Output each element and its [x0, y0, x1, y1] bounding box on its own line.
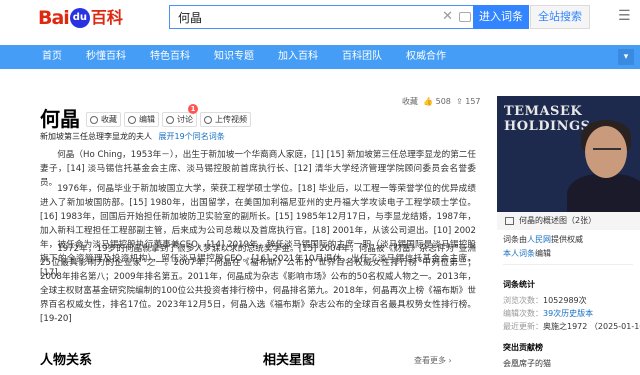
discuss-button[interactable]: 讨论: [162, 112, 197, 127]
entry-stats: 收藏 👍 508 ⇪ 157: [402, 97, 481, 107]
authority-note: 词条由人民网提供权威: [503, 234, 583, 245]
updated-label: 最近更新：: [503, 322, 543, 331]
authority-link[interactable]: 人民网: [527, 235, 551, 244]
entry-photo[interactable]: TEMASEK HOLDINGS: [497, 96, 640, 212]
photo-line-1: TEMASEK: [504, 104, 583, 119]
nav-team[interactable]: 百科团队: [330, 45, 394, 69]
search-box: ✕: [169, 5, 475, 29]
updated-value: 奥施之1972 （2025-01-16）: [543, 322, 640, 331]
nav-topics[interactable]: 知识专题: [202, 45, 266, 69]
edit-button[interactable]: 编辑: [124, 112, 159, 127]
nav-miaodong[interactable]: 秒懂百科: [74, 45, 138, 69]
edit-icon: [128, 116, 136, 124]
discuss-label: 讨论: [177, 115, 193, 124]
album-link[interactable]: 何晶的概述图（2张）: [497, 212, 640, 230]
photo-brand-text: TEMASEK HOLDINGS: [504, 104, 590, 134]
top-header: Bai du 百科 ✕ 进入词条 全站搜索 ☰: [0, 0, 640, 45]
search-input[interactable]: [170, 6, 440, 28]
authority-prefix: 词条由: [503, 235, 527, 244]
contrib-name[interactable]: 会凰席子的猫: [503, 358, 551, 369]
clear-icon[interactable]: ✕: [442, 9, 453, 25]
entry-title: 何晶: [40, 107, 80, 131]
collect-label: 收藏: [101, 115, 117, 124]
views-value: 1052989次: [543, 296, 587, 305]
collect-button[interactable]: 收藏: [86, 112, 121, 127]
photo-glasses: [593, 148, 621, 154]
synonyms-link[interactable]: 展开19个同名词条: [159, 132, 225, 141]
edits-label: 编辑次数：: [503, 309, 543, 318]
album-icon: [505, 217, 514, 225]
collect-icon: [90, 116, 98, 124]
discuss-count-badge: 1: [188, 104, 198, 114]
edit-label: 编辑: [139, 115, 155, 124]
see-more-link[interactable]: 查看更多 ›: [414, 356, 452, 366]
entry-subtitle: 新加坡第三任总理李显龙的夫人 展开19个同名词条: [40, 131, 225, 142]
share-icon[interactable]: ⇪: [456, 97, 463, 106]
nav-expand-icon[interactable]: ▾: [618, 49, 634, 65]
owner-edit-link[interactable]: 本人词条: [503, 249, 535, 258]
upload-video-button[interactable]: 上传视频: [200, 112, 251, 127]
enter-entry-button[interactable]: 进入词条: [473, 5, 529, 29]
updated-row: 最近更新：奥施之1972 （2025-01-16）: [503, 321, 640, 332]
photo-line-2: HOLDINGS: [504, 119, 591, 134]
owner-edit-note: 本人词条编辑: [503, 248, 551, 259]
main-nav: 首页 秒懂百科 特色百科 知识专题 加入百科 百科团队 权威合作 ▾: [0, 45, 640, 69]
collect-icon[interactable]: 收藏: [402, 97, 418, 106]
nav-join[interactable]: 加入百科: [266, 45, 330, 69]
web-search-button[interactable]: 全站搜索: [530, 5, 590, 29]
like-icon[interactable]: 👍: [423, 97, 433, 106]
video-icon: [204, 116, 212, 124]
see-more-label: 查看更多: [414, 356, 446, 365]
keyboard-icon[interactable]: [459, 12, 471, 22]
authority-suffix: 提供权威: [551, 235, 583, 244]
subtitle-text: 新加坡第三任总理李显龙的夫人: [40, 132, 152, 141]
user-menu-icon[interactable]: ☰: [618, 8, 634, 24]
honors-paragraph: 1972年，19岁的何晶就拿到了很多人梦寐以求的总统奖学金。[15] 2004年…: [40, 244, 476, 324]
owner-edit-text: 编辑: [535, 249, 551, 258]
paw-icon: du: [69, 8, 90, 28]
contrib-title: 突出贡献榜: [503, 343, 543, 352]
section-relations: 人物关系: [40, 353, 93, 368]
stats-title: 词条统计: [503, 280, 535, 289]
discuss-icon: [166, 116, 174, 124]
edits-row: 编辑次数：39次历史版本: [503, 308, 593, 319]
nav-partners[interactable]: 权威合作: [394, 45, 458, 69]
edits-value[interactable]: 39次历史版本: [543, 309, 593, 318]
divider: [503, 264, 633, 265]
photo-body: [567, 174, 640, 212]
video-label: 上传视频: [215, 115, 247, 124]
like-count: 508: [435, 97, 451, 106]
views-label: 浏览次数：: [503, 296, 543, 305]
album-label: 何晶的概述图（2张）: [519, 216, 597, 225]
nav-featured[interactable]: 特色百科: [138, 45, 202, 69]
section-gallery: 相关星图: [263, 353, 316, 368]
logo-bai: Bai: [38, 7, 70, 29]
logo-baike: 百科: [90, 8, 123, 27]
views-row: 浏览次数：1052989次: [503, 295, 587, 306]
share-count: 157: [465, 97, 481, 106]
nav-home[interactable]: 首页: [0, 45, 74, 69]
baidu-baike-logo[interactable]: Bai du 百科: [38, 7, 123, 29]
